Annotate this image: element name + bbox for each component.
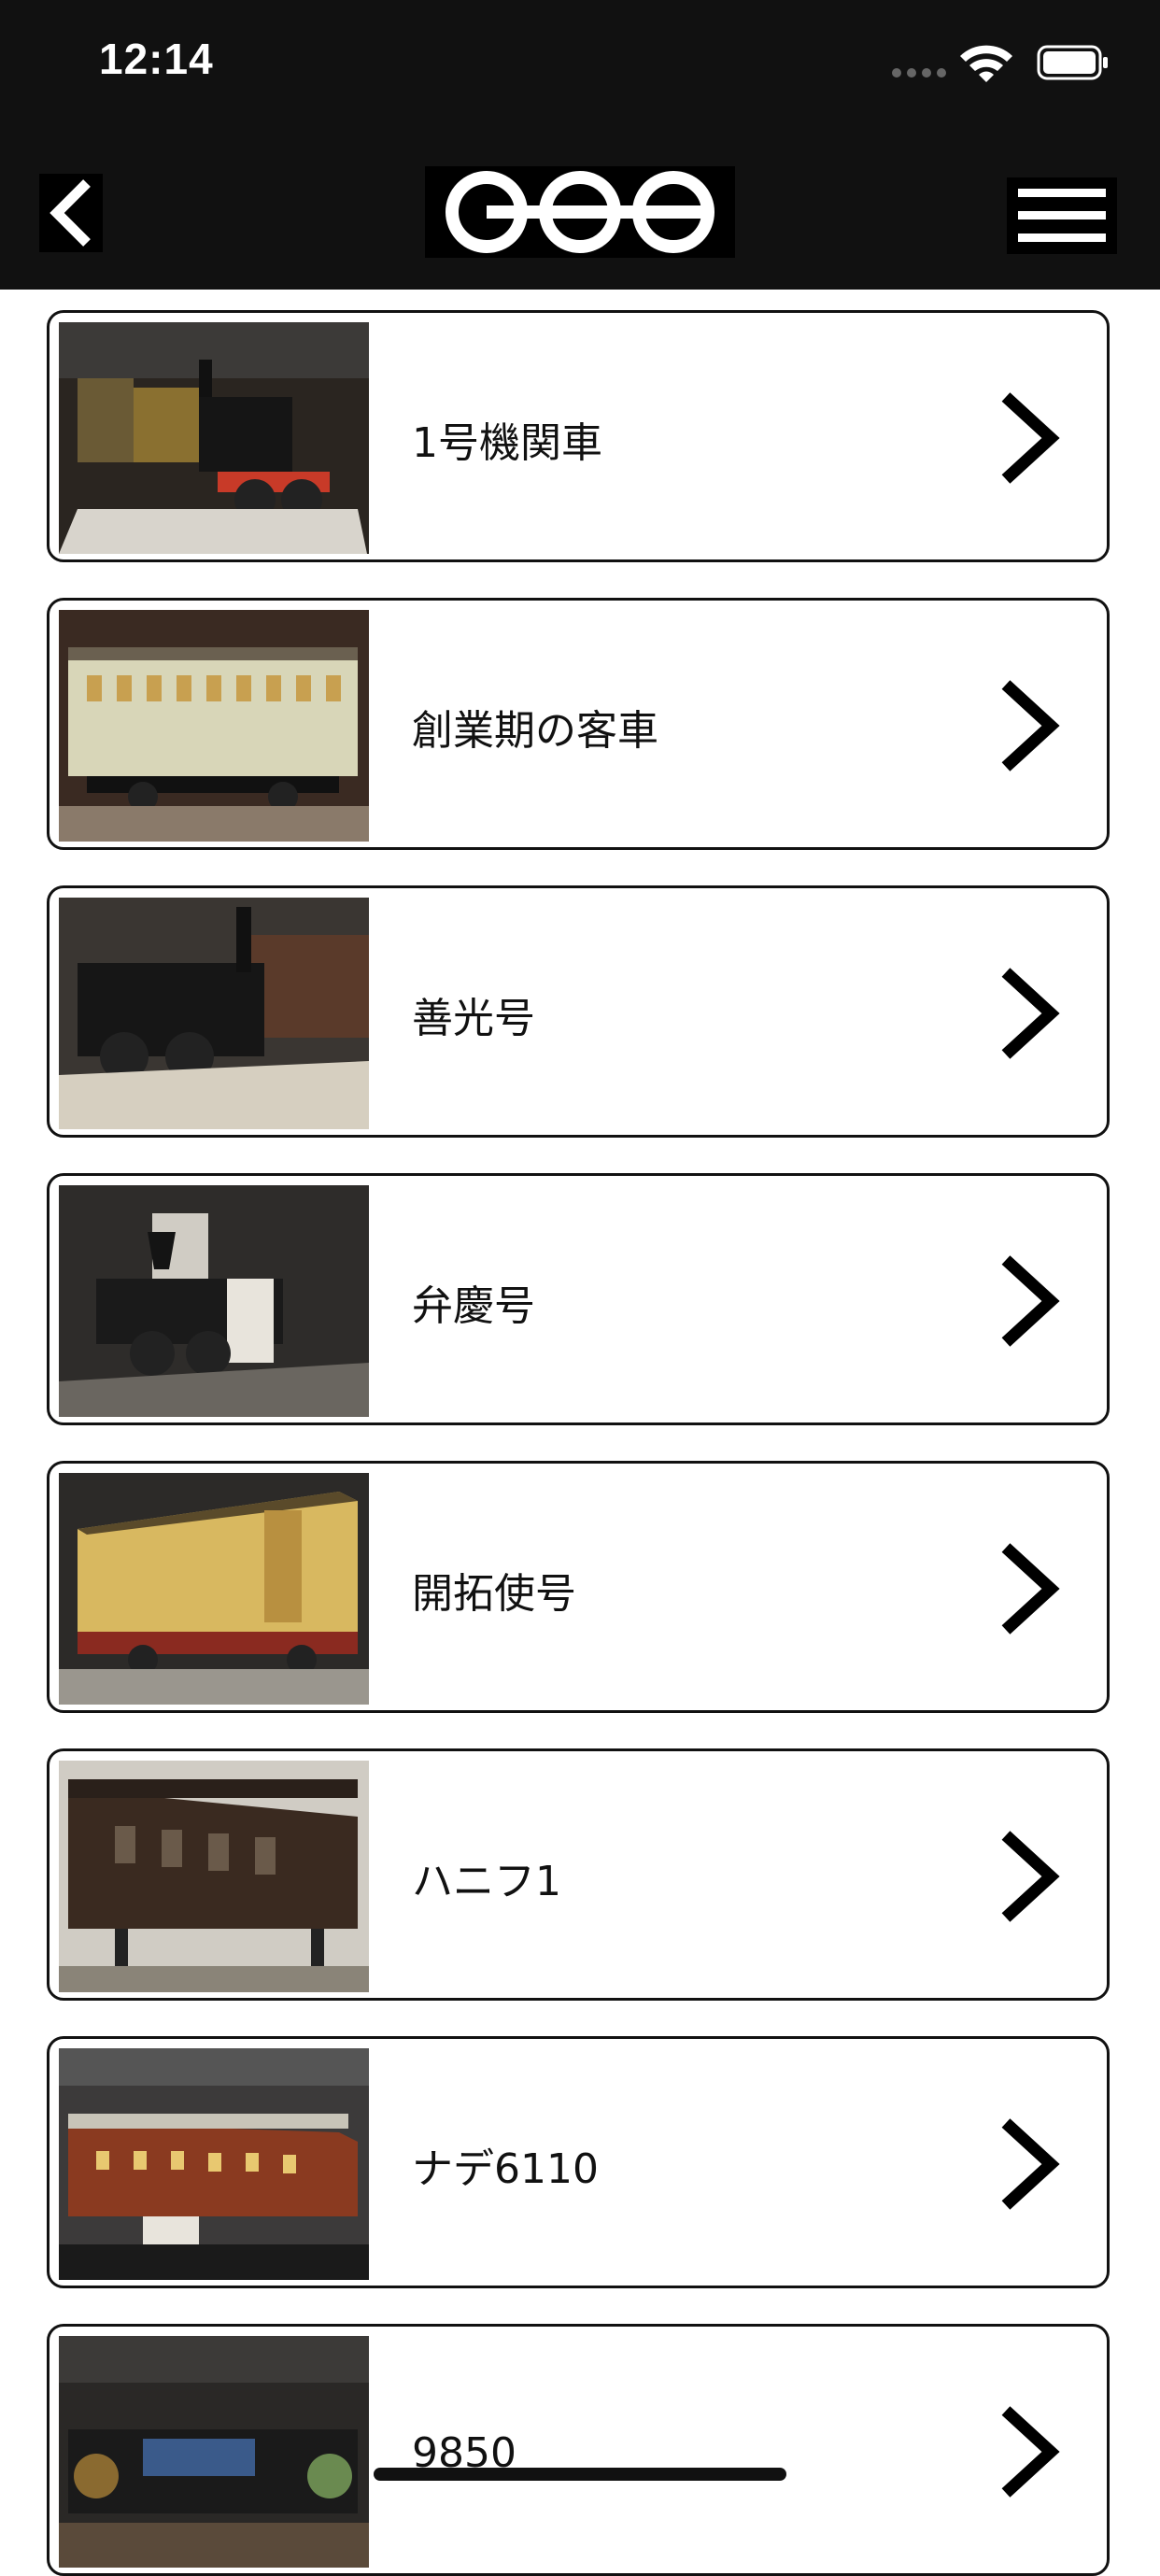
hamburger-menu-icon [1018,189,1106,242]
item-label: 創業期の客車 [412,707,658,755]
chevron-right-icon [1001,1543,1060,1635]
list-item[interactable]: 1号機関車 [47,310,1110,562]
item-label: 1号機関車 [412,419,602,467]
item-label: ハニフ1 [412,1858,561,1905]
home-indicator [374,2468,786,2481]
chevron-left-icon [50,179,91,247]
chevron-right-icon [1001,2406,1060,2498]
list-item[interactable]: ハニフ1 [47,1748,1110,2001]
status-bar: 12:14 [0,0,1160,123]
exhibit-thumbnail [59,1185,369,1417]
status-icons [887,41,1111,82]
list-item[interactable]: ナデ6110 [47,2036,1110,2288]
list-item[interactable]: 善光号 [47,885,1110,1138]
exhibit-thumbnail [59,1473,369,1705]
chevron-right-icon [1001,1831,1060,1922]
logo [425,166,735,258]
exhibit-thumbnail [59,2048,369,2280]
item-label: 善光号 [412,995,535,1042]
status-time: 12:14 [99,35,214,83]
chevron-right-icon [1001,968,1060,1059]
list-item[interactable]: 9850 [47,2324,1110,2576]
exhibit-thumbnail [59,1761,369,1992]
back-button[interactable] [39,174,103,252]
signal-icon [892,68,946,78]
list-item[interactable]: 開拓使号 [47,1461,1110,1713]
item-label: 弁慶号 [412,1282,535,1330]
battery-icon [1037,45,1108,80]
chevron-right-icon [1001,1255,1060,1347]
chevron-right-icon [1001,680,1060,771]
nav-bar [0,123,1160,290]
wifi-icon [960,45,1012,82]
list-item[interactable]: 創業期の客車 [47,598,1110,850]
chevron-right-icon [1001,392,1060,484]
exhibit-thumbnail [59,2336,369,2568]
item-label: 9850 [412,2428,516,2477]
exhibit-thumbnail [59,322,369,554]
item-label: ナデ6110 [412,2145,599,2193]
list-item[interactable]: 弁慶号 [47,1173,1110,1425]
exhibit-thumbnail [59,898,369,1129]
menu-button[interactable] [1007,177,1117,254]
item-label: 開拓使号 [412,1570,576,1618]
chevron-right-icon [1001,2118,1060,2210]
exhibit-thumbnail [59,610,369,842]
